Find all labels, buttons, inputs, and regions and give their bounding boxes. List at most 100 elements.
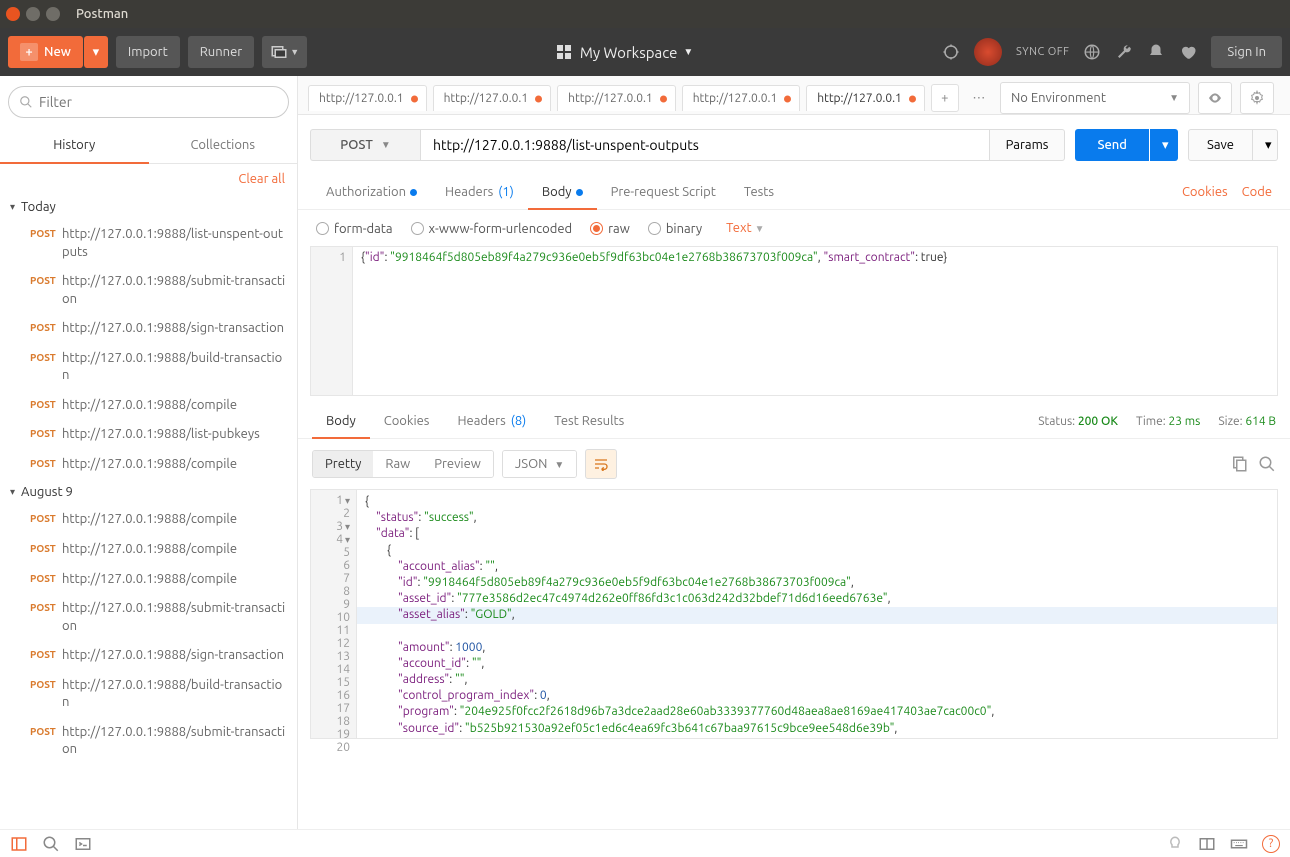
view-raw[interactable]: Raw xyxy=(373,451,422,477)
history-method: POST xyxy=(30,273,62,308)
send-dropdown-button[interactable]: ▾ xyxy=(1150,129,1178,161)
filter-input[interactable] xyxy=(39,94,278,110)
environment-select[interactable]: No Environment ▼ xyxy=(1000,82,1190,114)
wrench-icon[interactable] xyxy=(1115,43,1133,61)
history-item[interactable]: POSThttp://127.0.0.1:9888/compile xyxy=(0,450,297,480)
history-method: POST xyxy=(30,350,62,385)
history-item[interactable]: POSThttp://127.0.0.1:9888/build-transact… xyxy=(0,344,297,391)
request-tab[interactable]: http://127.0.0.1 xyxy=(557,85,676,111)
sidebar-toggle-icon[interactable] xyxy=(10,835,28,853)
chevron-down-icon: ▼ xyxy=(1169,92,1179,104)
new-button-label: New xyxy=(44,45,71,59)
search-icon[interactable] xyxy=(1258,455,1276,473)
history-method: POST xyxy=(30,511,62,529)
tab-collections[interactable]: Collections xyxy=(149,128,298,164)
window-maximize-button[interactable] xyxy=(46,7,60,21)
subtab-authorization[interactable]: Authorization xyxy=(312,175,431,209)
response-body-editor[interactable]: 1▾23▾4▾567891011121314151617181920 { "st… xyxy=(310,489,1278,739)
history-item[interactable]: POSThttp://127.0.0.1:9888/submit-transac… xyxy=(0,267,297,314)
cookies-link[interactable]: Cookies xyxy=(1182,185,1228,199)
history-group-header[interactable]: August 9 xyxy=(0,479,297,505)
save-dropdown-button[interactable]: ▾ xyxy=(1253,129,1278,161)
history-item[interactable]: POSThttp://127.0.0.1:9888/compile xyxy=(0,535,297,565)
history-item[interactable]: POSThttp://127.0.0.1:9888/submit-transac… xyxy=(0,718,297,765)
size-value: 614 B xyxy=(1245,415,1276,428)
history-item[interactable]: POSThttp://127.0.0.1:9888/submit-transac… xyxy=(0,594,297,641)
workspace-selector[interactable]: My Workspace ▼ xyxy=(307,44,942,61)
status-bar: ? xyxy=(0,829,1290,857)
import-button[interactable]: Import xyxy=(116,36,180,68)
code-link[interactable]: Code xyxy=(1242,185,1272,199)
url-input[interactable] xyxy=(420,129,990,161)
bodytype-formdata[interactable]: form-data xyxy=(316,220,393,236)
find-icon[interactable] xyxy=(42,835,60,853)
status-value: 200 OK xyxy=(1078,415,1118,428)
request-tab[interactable]: http://127.0.0.1 xyxy=(308,85,427,111)
history-group-header[interactable]: Today xyxy=(0,194,297,220)
bulb-icon[interactable] xyxy=(1166,835,1184,853)
history-item[interactable]: POSThttp://127.0.0.1:9888/list-pubkeys xyxy=(0,420,297,450)
tab-overflow-button[interactable]: ⋯ xyxy=(965,84,993,112)
filter-input-wrapper[interactable] xyxy=(8,86,289,118)
keyboard-icon[interactable] xyxy=(1230,835,1248,853)
tab-history[interactable]: History xyxy=(0,128,149,164)
signin-button[interactable]: Sign In xyxy=(1211,36,1282,68)
history-item[interactable]: POSThttp://127.0.0.1:9888/compile xyxy=(0,505,297,535)
history-item[interactable]: POSThttp://127.0.0.1:9888/list-unspent-o… xyxy=(0,220,297,267)
history-item[interactable]: POSThttp://127.0.0.1:9888/compile xyxy=(0,565,297,595)
globe-icon[interactable] xyxy=(1083,43,1101,61)
window-close-button[interactable] xyxy=(6,7,20,21)
history-item[interactable]: POSThttp://127.0.0.1:9888/sign-transacti… xyxy=(0,641,297,671)
add-tab-button[interactable]: + xyxy=(931,84,959,112)
history-item[interactable]: POSThttp://127.0.0.1:9888/sign-transacti… xyxy=(0,314,297,344)
copy-icon[interactable] xyxy=(1230,455,1248,473)
save-button[interactable]: Save xyxy=(1188,129,1253,161)
env-settings-button[interactable] xyxy=(1240,82,1274,114)
workspace-grid-icon xyxy=(556,44,572,60)
resp-tab-body[interactable]: Body xyxy=(312,404,370,438)
window-minimize-button[interactable] xyxy=(26,7,40,21)
bodytype-format-select[interactable]: Text ▼ xyxy=(726,221,764,235)
subtab-prerequest[interactable]: Pre-request Script xyxy=(597,175,730,209)
resp-tab-tests[interactable]: Test Results xyxy=(540,404,638,438)
capture-icon[interactable] xyxy=(942,43,960,61)
bodytype-raw[interactable]: raw xyxy=(590,220,630,236)
bell-icon[interactable] xyxy=(1147,43,1165,61)
request-body-editor[interactable]: 1 {"id": "9918464f5d805eb89f4a279c936e0e… xyxy=(310,246,1278,396)
method-select[interactable]: POST ▼ xyxy=(310,129,420,161)
wrap-lines-button[interactable] xyxy=(585,449,617,479)
resp-tab-cookies[interactable]: Cookies xyxy=(370,404,444,438)
unsaved-dot-icon xyxy=(909,95,916,102)
bodytype-xform[interactable]: x-www-form-urlencoded xyxy=(411,220,573,236)
view-pretty[interactable]: Pretty xyxy=(313,451,373,477)
subtab-headers[interactable]: Headers (1) xyxy=(431,175,528,209)
help-icon[interactable]: ? xyxy=(1262,835,1280,853)
history-method: POST xyxy=(30,541,62,559)
history-item[interactable]: POSThttp://127.0.0.1:9888/compile xyxy=(0,391,297,421)
request-tab[interactable]: http://127.0.0.1 xyxy=(433,85,552,111)
window-titlebar: Postman xyxy=(0,0,1290,28)
clear-all-link[interactable]: Clear all xyxy=(0,164,297,194)
params-button[interactable]: Params xyxy=(990,129,1066,161)
two-pane-icon[interactable] xyxy=(1198,835,1216,853)
view-preview[interactable]: Preview xyxy=(422,451,493,477)
new-window-button[interactable]: ▼ xyxy=(262,36,307,68)
console-icon[interactable] xyxy=(74,835,92,853)
request-tab[interactable]: http://127.0.0.1 xyxy=(806,85,925,111)
user-avatar[interactable] xyxy=(974,38,1002,66)
runner-button[interactable]: Runner xyxy=(188,36,254,68)
env-quicklook-button[interactable] xyxy=(1198,82,1232,114)
response-format-select[interactable]: JSON ▼ xyxy=(502,450,577,478)
request-tab[interactable]: http://127.0.0.1 xyxy=(682,85,801,111)
new-button[interactable]: + New xyxy=(8,36,83,68)
subtab-tests[interactable]: Tests xyxy=(730,175,788,209)
bodytype-binary[interactable]: binary xyxy=(648,220,702,236)
history-url: http://127.0.0.1:9888/submit-transaction xyxy=(62,724,287,759)
subtab-body[interactable]: Body xyxy=(528,175,597,209)
history-url: http://127.0.0.1:9888/compile xyxy=(62,541,237,559)
heart-icon[interactable] xyxy=(1179,43,1197,61)
resp-tab-headers[interactable]: Headers (8) xyxy=(443,404,540,438)
new-dropdown-button[interactable]: ▾ xyxy=(84,36,108,68)
history-item[interactable]: POSThttp://127.0.0.1:9888/build-transact… xyxy=(0,671,297,718)
send-button[interactable]: Send xyxy=(1075,129,1149,161)
